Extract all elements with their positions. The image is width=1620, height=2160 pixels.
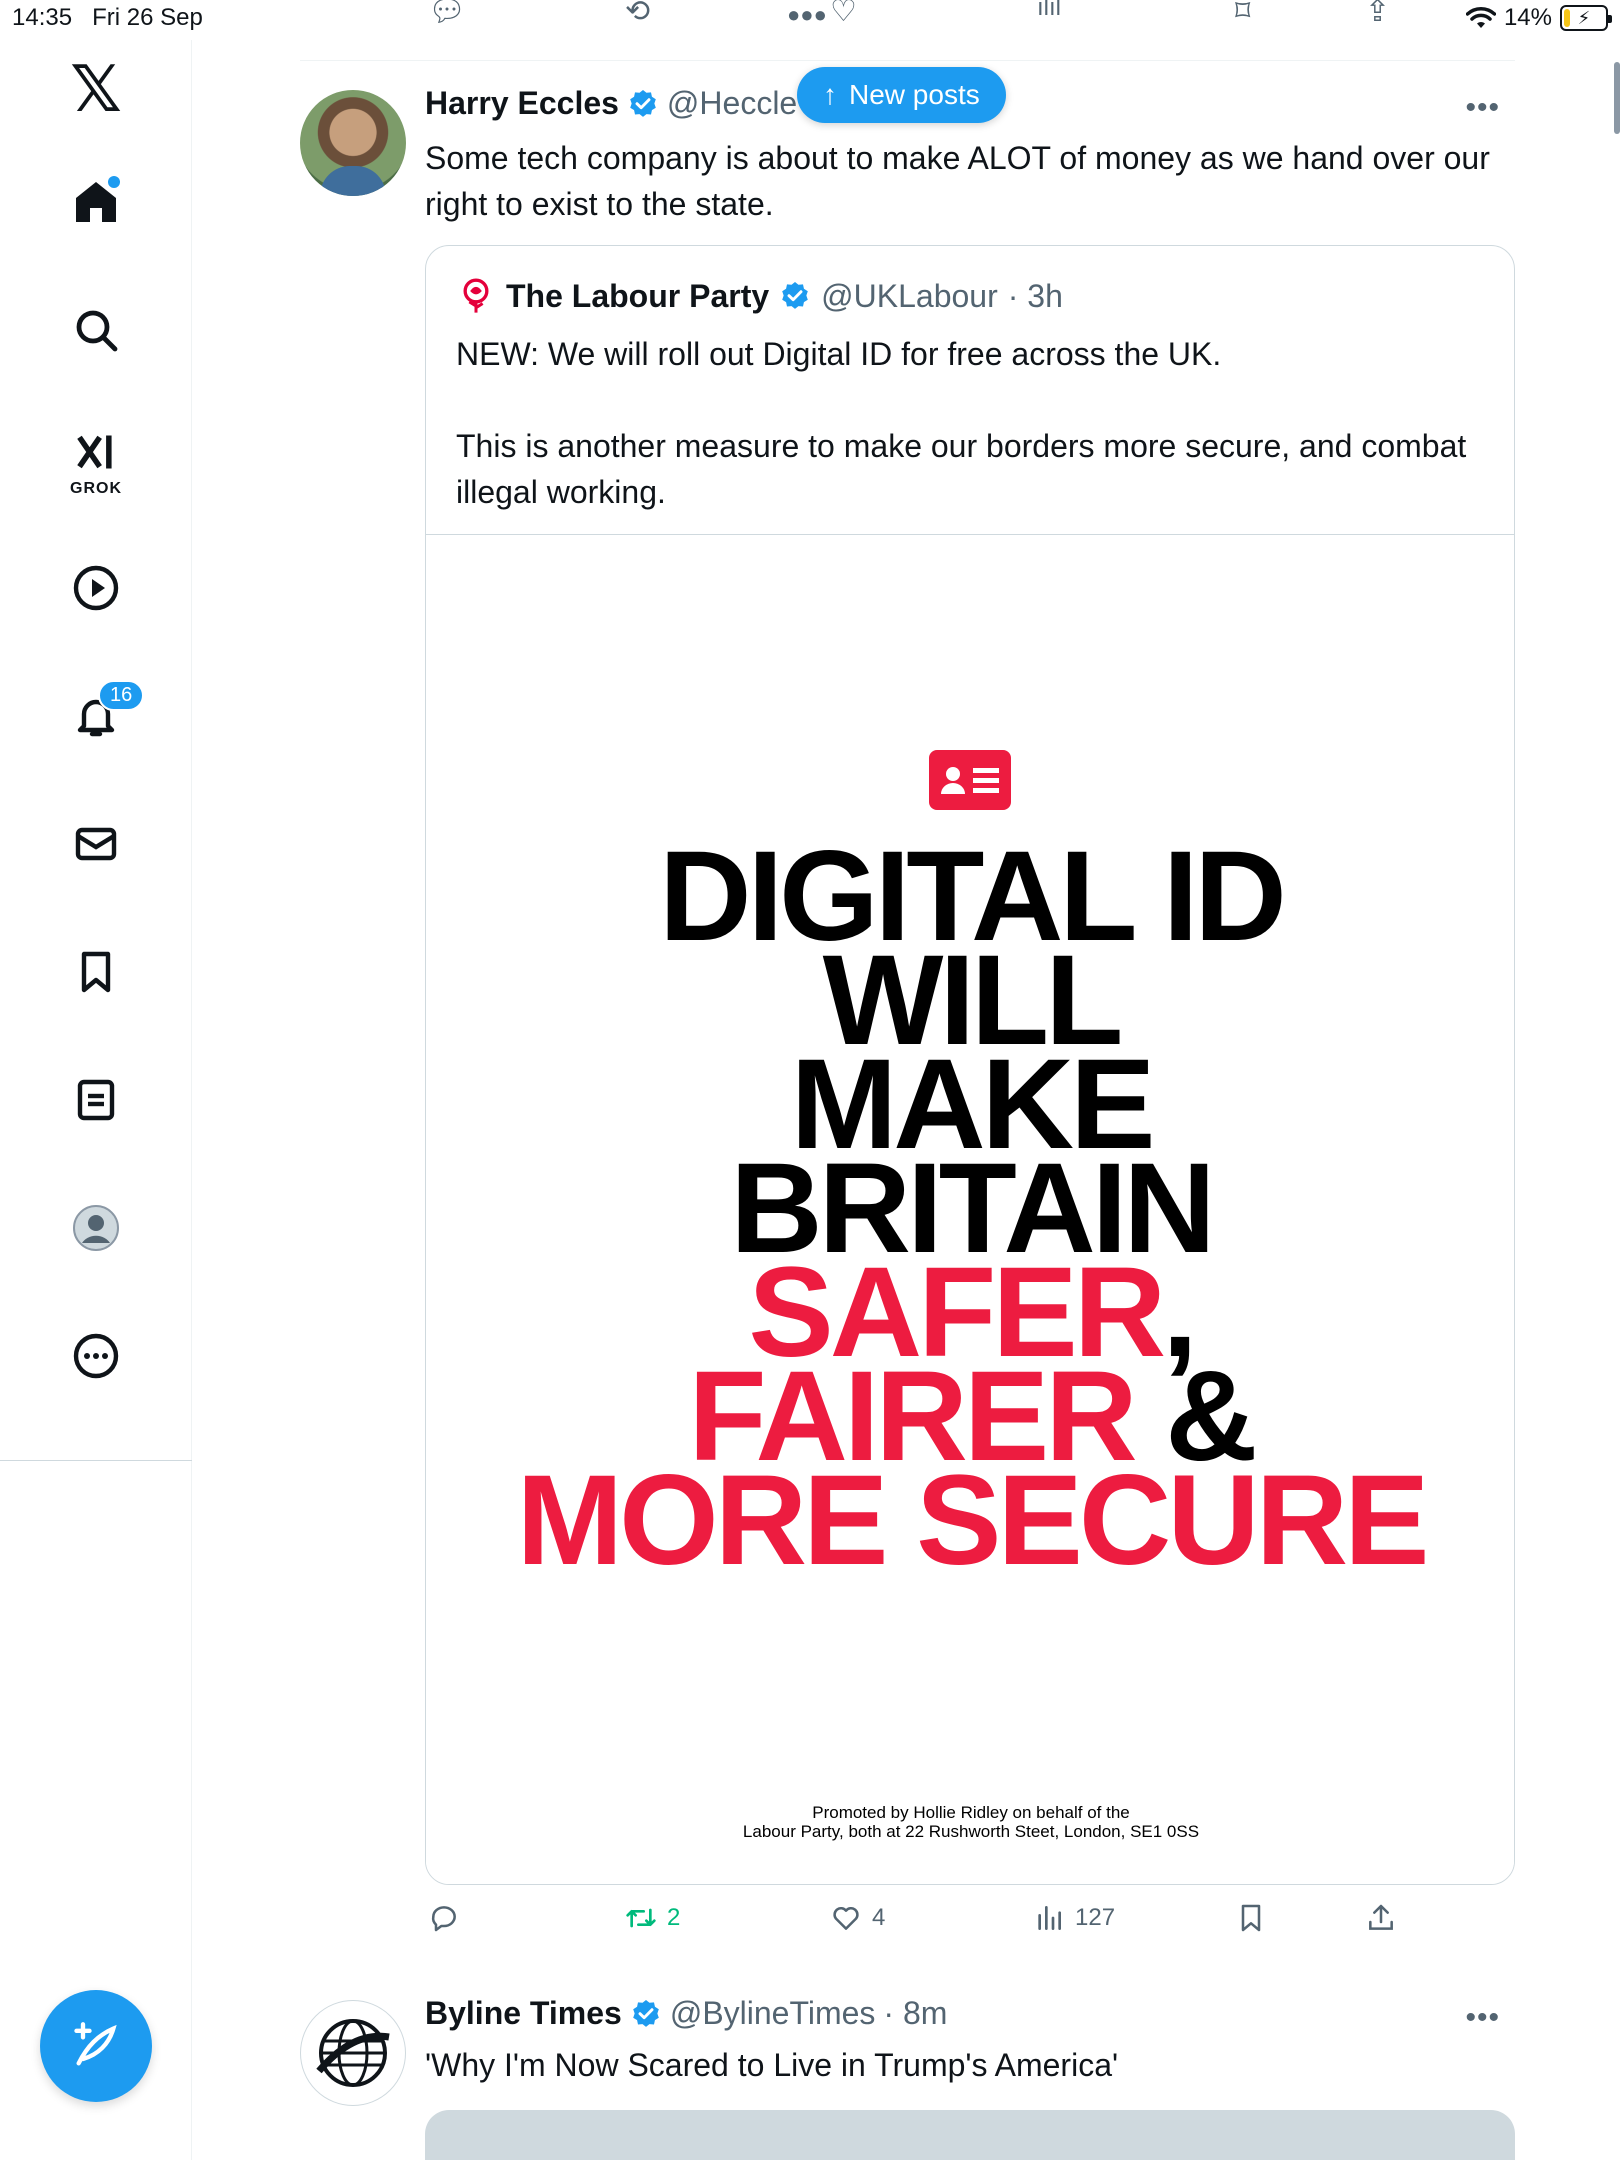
previous-post-actions: 💬︎ ⟲ ●●● ♡ ılıl ⌑ ⇪ — [425, 0, 1425, 30]
arrow-up-icon: ↑ — [823, 79, 837, 110]
poster-line: MORE SECURE — [516, 1449, 1430, 1592]
quoted-media-image[interactable]: DIGITAL ID WILL MAKE BRITAIN SAFER, FAIR… — [426, 534, 1514, 1884]
verified-badge-icon — [782, 282, 808, 309]
share-button[interactable] — [1365, 1902, 1397, 1934]
avatar[interactable] — [300, 2000, 406, 2106]
x-logo[interactable]: 𝕏 — [56, 50, 136, 130]
nav-home[interactable] — [56, 162, 136, 242]
nav-notifications[interactable]: 16 — [56, 676, 145, 756]
verified-badge-icon — [633, 1999, 659, 2027]
tweet-timestamp[interactable]: · 8m — [883, 1995, 947, 2032]
mail-icon — [75, 827, 117, 861]
quoted-paragraph: This is another measure to make our bord… — [456, 428, 1467, 510]
link-card-image[interactable] — [425, 2110, 1515, 2160]
promoted-by-imprint: Promoted by Hollie Ridley on behalf of t… — [426, 1803, 1514, 1841]
tweet-actions: 2 4 127 — [425, 1902, 1425, 1942]
heart-icon — [833, 1907, 859, 1930]
new-posts-button[interactable]: ↑ New posts — [797, 67, 1006, 123]
reply-icon — [431, 1906, 456, 1932]
nav-video[interactable] — [56, 548, 136, 628]
nav-bookmarks[interactable] — [56, 932, 136, 1012]
retweet-button[interactable]: 2 — [625, 1902, 680, 1934]
bookmark-icon — [81, 951, 111, 993]
quoted-paragraph: NEW: We will roll out Digital ID for fre… — [456, 336, 1222, 372]
views-icon[interactable]: ılıl — [1037, 0, 1061, 22]
tweet-text: Some tech company is about to make ALOT … — [425, 140, 1490, 222]
nav-explore[interactable] — [56, 290, 136, 370]
more-options-icon[interactable]: ••• — [1465, 2001, 1500, 2035]
share-icon[interactable]: ⇪ — [1365, 0, 1390, 29]
more-circle-icon — [73, 1333, 119, 1379]
more-icon[interactable]: ●●● — [787, 2, 827, 28]
quoted-timestamp[interactable]: · 3h — [1008, 278, 1063, 315]
unread-dot — [108, 176, 120, 188]
quoted-tweet-text: NEW: We will roll out Digital ID for fre… — [456, 331, 1486, 561]
share-icon — [1369, 1904, 1393, 1930]
nav-grok[interactable]: GROK — [56, 420, 136, 500]
tweet-header: Byline Times @BylineTimes · 8m — [425, 1995, 947, 2032]
compose-feather-icon — [74, 2022, 117, 2066]
battery-percent: 14% — [1503, 4, 1552, 31]
author-name[interactable]: Byline Times — [425, 1995, 622, 2032]
status-date: Fri 26 Sep — [92, 4, 203, 31]
reply-icon[interactable]: 💬︎ — [428, 0, 466, 29]
bookmark-icon[interactable]: ⌑ — [1235, 0, 1250, 29]
views-button[interactable]: 127 — [1033, 1902, 1115, 1934]
tweet-text: 'Why I'm Now Scared to Live in Trump's A… — [425, 2047, 1119, 2083]
like-button[interactable]: 4 — [830, 1902, 885, 1934]
retweet-icon — [626, 1908, 656, 1928]
search-icon — [76, 310, 118, 352]
retweet-icon[interactable]: ⟲ — [625, 0, 650, 29]
author-handle[interactable]: @BylineTimes — [670, 1995, 876, 2032]
quoted-tweet-header: The Labour Party @UKLabour · 3h — [456, 276, 1063, 316]
quoted-author-handle[interactable]: @UKLabour — [821, 278, 998, 315]
reply-button[interactable] — [428, 1902, 460, 1934]
labour-rose-icon — [463, 278, 489, 313]
list-icon — [77, 1079, 115, 1121]
scrollbar[interactable] — [1614, 62, 1620, 134]
bookmark-button[interactable] — [1235, 1902, 1267, 1934]
views-icon — [1038, 1906, 1061, 1930]
bookmark-icon — [1241, 1904, 1261, 1932]
new-posts-label: New posts — [849, 79, 980, 110]
tweet-header: Harry Eccles @Heccle — [425, 85, 797, 122]
nav-lists[interactable] — [56, 1060, 136, 1140]
avatar[interactable] — [300, 90, 406, 196]
like-count: 4 — [872, 1904, 886, 1931]
poster-headline: DIGITAL ID WILL MAKE BRITAIN SAFER, FAIR… — [426, 833, 1514, 1592]
sidebar: 𝕏 GROK 16 — [0, 40, 192, 2160]
like-icon[interactable]: ♡ — [830, 0, 857, 29]
more-options-icon[interactable]: ••• — [1465, 91, 1500, 125]
quoted-tweet[interactable]: The Labour Party @UKLabour · 3h NEW: We … — [425, 245, 1515, 1885]
views-count: 127 — [1075, 1904, 1116, 1931]
compose-button[interactable] — [40, 1990, 152, 2102]
id-card-icon — [929, 750, 1011, 810]
grok-label: GROK — [70, 480, 122, 497]
imprint-line: Labour Party, both at 22 Rushworth Steet… — [742, 1822, 1200, 1841]
battery-icon: ⚡ — [1560, 5, 1612, 31]
nav-profile[interactable] — [56, 1188, 136, 1268]
notification-badge: 16 — [98, 680, 145, 711]
byline-times-logo-icon — [316, 2019, 390, 2087]
divider — [300, 60, 1515, 61]
imprint-line: Promoted by Hollie Ridley on behalf of t… — [812, 1803, 1130, 1822]
nav-messages[interactable] — [56, 804, 136, 884]
profile-avatar-icon — [73, 1205, 119, 1251]
verified-badge-icon — [630, 89, 656, 117]
nav-more[interactable] — [56, 1316, 136, 1396]
status-time: 14:35 — [12, 4, 73, 31]
retweet-count: 2 — [667, 1904, 681, 1931]
author-handle[interactable]: @Heccle — [667, 85, 797, 122]
quoted-author-name[interactable]: The Labour Party — [506, 278, 769, 315]
wifi-icon — [1465, 7, 1496, 28]
play-icon — [73, 565, 119, 611]
sidebar-divider — [0, 1460, 192, 1461]
grok-icon — [77, 435, 112, 469]
author-name[interactable]: Harry Eccles — [425, 85, 619, 122]
